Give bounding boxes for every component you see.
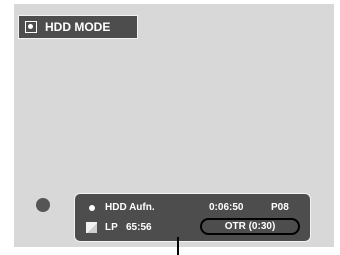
quality-row: LP 65:56 OTR (0:30) [75, 218, 310, 235]
rec-label: HDD Aufn. [105, 202, 155, 213]
indicator-dot-icon [36, 198, 50, 212]
remaining-time: 65:56 [126, 222, 152, 233]
mode-label: HDD MODE [45, 20, 111, 34]
program-number: P08 [271, 202, 289, 213]
callout-line [177, 237, 179, 255]
recording-info-panel: HDD Aufn. 0:06:50 P08 LP 65:56 OTR (0:30… [74, 193, 311, 242]
tv-screen: HDD MODE HDD Aufn. 0:06:50 P08 LP 65:56 … [14, 4, 334, 247]
quality-label: LP [105, 222, 118, 233]
otr-button[interactable]: OTR (0:30) [200, 218, 300, 235]
hdd-icon [25, 21, 37, 33]
mode-badge: HDD MODE [18, 15, 138, 39]
recording-row: HDD Aufn. 0:06:50 P08 [75, 201, 310, 215]
tape-icon [86, 222, 97, 233]
record-dot-icon [89, 205, 95, 211]
rec-time: 0:06:50 [209, 202, 244, 213]
otr-label: OTR (0:30) [224, 221, 276, 232]
